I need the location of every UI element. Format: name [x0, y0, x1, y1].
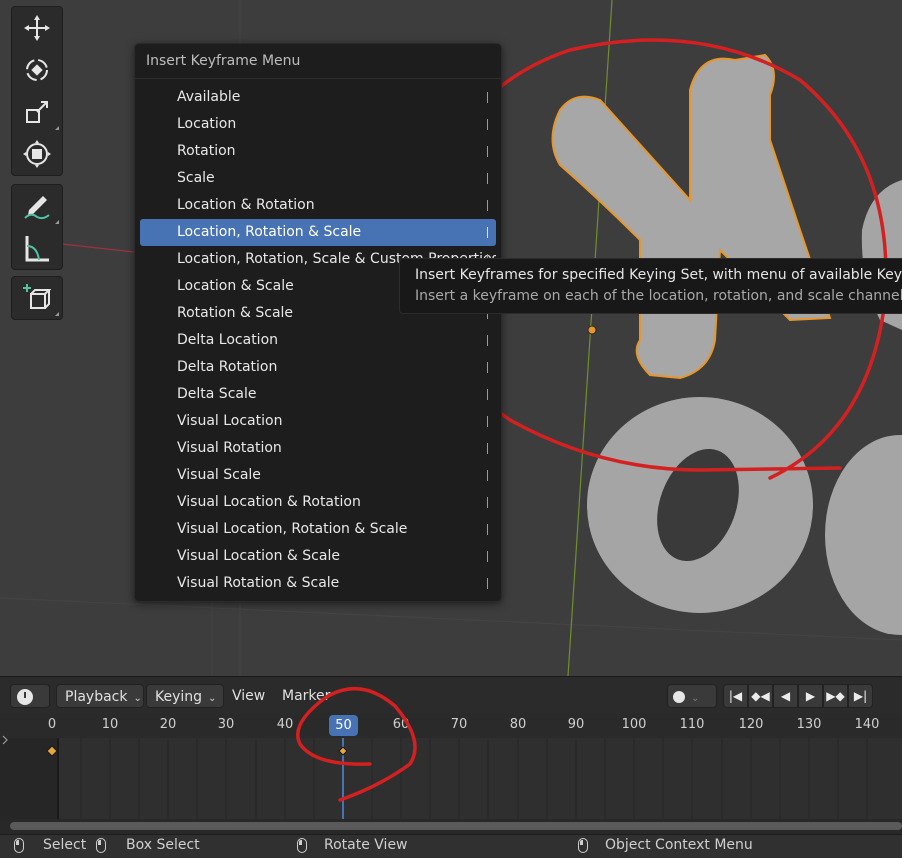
menu-item[interactable]: Visual Rotation: [140, 435, 496, 462]
scale-icon: [26, 101, 48, 123]
menu-item-label: Delta Scale: [177, 386, 257, 402]
insert-keyframe-menu: Insert Keyframe Menu Available Location Ro…: [134, 43, 502, 602]
move-tool[interactable]: [12, 7, 62, 49]
menu-item-shortcut-marker: [487, 551, 488, 562]
menu-item-label: Scale: [177, 170, 215, 186]
scale-tool[interactable]: [12, 91, 62, 133]
menu-item-label: Location & Rotation: [177, 197, 315, 213]
annotation-overlay: [2, 686, 417, 802]
status-context-menu: Object Context Menu: [605, 837, 753, 853]
menu-item[interactable]: Delta Scale: [140, 381, 496, 408]
menu-tooltip: Insert Keyframes for specified Keying Se…: [399, 258, 902, 314]
rotate-tool[interactable]: [12, 49, 62, 91]
menu-item-shortcut-marker: [487, 173, 488, 184]
mouse-left-icon: [14, 838, 24, 853]
menu-item-label: Visual Location: [177, 413, 283, 429]
menu-item-shortcut-marker: [487, 416, 488, 427]
add-tools: [11, 276, 63, 320]
timeline-editor: ⌄ Playback⌄ Keying⌄ View Marker ⌄ |◀ ◆◀ …: [0, 676, 902, 834]
mouse-right-icon: [578, 838, 588, 853]
menu-title: Insert Keyframe Menu: [135, 44, 501, 79]
tooltip-title: Insert Keyframes for specified Keying Se…: [415, 267, 902, 283]
menu-item-shortcut-marker: [487, 362, 488, 373]
menu-item[interactable]: Visual Location, Rotation & Scale: [140, 516, 496, 543]
menu-item-shortcut-marker: [487, 119, 488, 130]
menu-item-label: Visual Location & Rotation: [177, 494, 361, 510]
menu-item-label: Visual Location & Scale: [177, 548, 340, 564]
menu-item[interactable]: Visual Scale: [140, 462, 496, 489]
menu-item-shortcut-marker: [487, 92, 488, 103]
menu-items: Available Location Rotation Scale Location &…: [135, 79, 501, 597]
annotate-icon: [24, 196, 50, 220]
menu-item[interactable]: Visual Location & Scale: [140, 543, 496, 570]
menu-item-label: Location: [177, 116, 237, 132]
menu-item-label: Delta Rotation: [177, 359, 278, 375]
3d-viewport[interactable]: Insert Keyframe Menu Available Location Ro…: [0, 0, 902, 676]
menu-item[interactable]: Rotation: [140, 138, 496, 165]
menu-item[interactable]: Visual Rotation & Scale: [140, 570, 496, 597]
menu-item-shortcut-marker: [487, 227, 488, 238]
menu-item-label: Delta Location: [177, 332, 279, 348]
status-select: Select: [43, 837, 87, 853]
transform-icon: [23, 140, 51, 168]
mouse-middle-icon: [297, 838, 307, 853]
annotate-tool[interactable]: [12, 185, 62, 227]
menu-item[interactable]: Location & Rotation: [140, 192, 496, 219]
status-bar: Select Box Select Rotate View Object Con…: [0, 834, 902, 858]
menu-item-label: Rotation & Scale: [177, 305, 294, 321]
transform-tool[interactable]: [12, 133, 62, 175]
menu-item[interactable]: Delta Location: [140, 327, 496, 354]
menu-item-shortcut-marker: [487, 335, 488, 346]
menu-item[interactable]: Location: [140, 111, 496, 138]
menu-item-label: Visual Rotation & Scale: [177, 575, 340, 591]
menu-item-label: Visual Scale: [177, 467, 261, 483]
menu-item-shortcut-marker: [487, 497, 488, 508]
menu-item-label: Location & Scale: [177, 278, 294, 294]
menu-item-shortcut-marker: [487, 578, 488, 589]
menu-item-label: Visual Location, Rotation & Scale: [177, 521, 408, 537]
menu-item-label: Available: [177, 89, 241, 105]
add-cube-tool[interactable]: [12, 277, 62, 319]
menu-item-shortcut-marker: [487, 470, 488, 481]
menu-item[interactable]: Delta Rotation: [140, 354, 496, 381]
status-box-select: Box Select: [126, 837, 200, 853]
add-cube-icon: [23, 284, 52, 309]
measure-icon: [25, 236, 49, 262]
menu-item-shortcut-marker: [487, 200, 488, 211]
status-rotate-view: Rotate View: [324, 837, 408, 853]
measure-tool[interactable]: [12, 227, 62, 269]
menu-item[interactable]: Available: [140, 84, 496, 111]
menu-item[interactable]: Location, Rotation & Scale: [140, 219, 496, 246]
menu-item-shortcut-marker: [487, 146, 488, 157]
menu-item[interactable]: Visual Location: [140, 408, 496, 435]
menu-item-shortcut-marker: [487, 443, 488, 454]
menu-item-label: Rotation: [177, 143, 236, 159]
tooltip-description: Insert a keyframe on each of the locatio…: [415, 288, 902, 304]
menu-item-shortcut-marker: [487, 524, 488, 535]
menu-item-shortcut-marker: [487, 389, 488, 400]
menu-item[interactable]: Scale: [140, 165, 496, 192]
transform-tools: [11, 6, 63, 176]
menu-item[interactable]: Visual Location & Rotation: [140, 489, 496, 516]
move-icon: [24, 15, 50, 41]
annotate-tools: [11, 184, 63, 270]
mouse-drag-icon: [96, 838, 106, 853]
rotate-icon: [26, 59, 48, 81]
menu-item-label: Location, Rotation & Scale: [177, 224, 362, 240]
menu-item-label: Visual Rotation: [177, 440, 282, 456]
